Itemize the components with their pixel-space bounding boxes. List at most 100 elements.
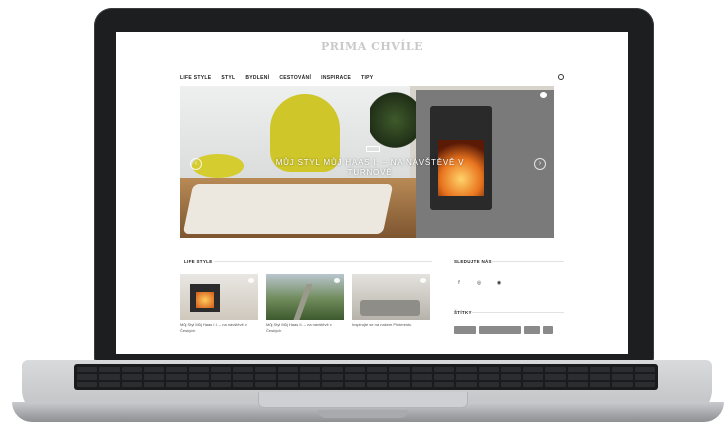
keyboard-key bbox=[433, 381, 455, 387]
keyboard-key bbox=[210, 381, 232, 387]
keyboard-key bbox=[500, 381, 522, 387]
keyboard-key bbox=[233, 367, 254, 373]
keyboard-key bbox=[344, 374, 365, 380]
keyboard-key bbox=[188, 374, 209, 380]
article-caption[interactable]: Můj Styl Můj Haas I.I. – na návštěvě v Č… bbox=[180, 322, 258, 334]
keyboard-key bbox=[567, 367, 589, 373]
keyboard-key bbox=[366, 374, 388, 380]
keyboard-key bbox=[277, 381, 299, 387]
facebook-icon[interactable]: f bbox=[454, 278, 464, 288]
keyboard-key bbox=[300, 374, 321, 380]
keyboard-key bbox=[545, 367, 566, 373]
keyboard-key bbox=[77, 367, 98, 373]
nav-item-inspirace[interactable]: INSPIRACE bbox=[321, 75, 351, 81]
keyboard-key bbox=[344, 367, 365, 373]
keyboard-key bbox=[366, 367, 388, 373]
keyboard-key bbox=[590, 374, 611, 380]
keyboard-key bbox=[433, 374, 455, 380]
tag-chip[interactable] bbox=[479, 326, 521, 334]
keyboard-key bbox=[99, 374, 120, 380]
keyboard-key bbox=[523, 367, 544, 373]
keyboard-key bbox=[233, 381, 254, 387]
article-thumbnail[interactable] bbox=[266, 274, 344, 320]
keyboard-key bbox=[456, 367, 477, 373]
nav-item-styl[interactable]: STYL bbox=[221, 75, 235, 81]
camera-icon bbox=[420, 278, 426, 283]
keyboard-key bbox=[300, 381, 321, 387]
keyboard-key bbox=[322, 367, 343, 373]
keyboard-key bbox=[77, 381, 98, 387]
site-logo[interactable]: PRIMA CHVÍLE bbox=[116, 40, 628, 53]
tag-chip[interactable] bbox=[524, 326, 540, 334]
keyboard-key bbox=[612, 367, 633, 373]
keyboard-key bbox=[166, 367, 187, 373]
nav-item-cestovani[interactable]: CESTOVÁNÍ bbox=[279, 75, 311, 81]
section-heading-life-style[interactable]: LIFE STYLE bbox=[184, 259, 213, 264]
hero-category-badge[interactable] bbox=[366, 146, 380, 152]
tag-chip[interactable] bbox=[543, 326, 553, 334]
keyboard-key bbox=[389, 381, 410, 387]
keyboard-key bbox=[121, 367, 142, 373]
keyboard-key bbox=[612, 381, 633, 387]
slider-next-icon[interactable]: › bbox=[534, 158, 546, 170]
sidebar-heading-follow: SLEDUJTE NÁS bbox=[454, 259, 492, 264]
keyboard-key bbox=[634, 367, 655, 373]
search-icon[interactable] bbox=[558, 74, 564, 80]
keyboard-key bbox=[143, 381, 165, 387]
nav-item-bydleni[interactable]: BYDLENÍ bbox=[245, 75, 269, 81]
tag-chip[interactable] bbox=[454, 326, 476, 334]
article-card[interactable]: Můj Styl Můj Haas I.I. – na návštěvě v Č… bbox=[180, 274, 258, 334]
pinterest-icon[interactable]: ◉ bbox=[494, 278, 504, 288]
nav-item-life-style[interactable]: LIFE STYLE bbox=[180, 75, 211, 81]
keyboard-key bbox=[456, 374, 477, 380]
keyboard-key bbox=[478, 381, 499, 387]
article-caption[interactable]: Můj Styl Můj Haas II. – na návštěvě v Če… bbox=[266, 322, 344, 334]
article-card[interactable]: Můj Styl Můj Haas II. – na návštěvě v Če… bbox=[266, 274, 344, 334]
keyboard-key bbox=[411, 367, 432, 373]
keyboard-key bbox=[523, 374, 544, 380]
instagram-icon[interactable]: ◎ bbox=[474, 278, 484, 288]
keyboard-key bbox=[233, 374, 254, 380]
nav-item-tipy[interactable]: TIPY bbox=[361, 75, 373, 81]
hero-slider[interactable]: MŮJ STYL MŮJ HAAS I. – NA NÁVŠTĚVĚ V TUR… bbox=[180, 86, 554, 238]
keyboard-key bbox=[411, 374, 432, 380]
tag-cloud bbox=[454, 326, 553, 334]
sidebar-heading-tags: ŠTÍTKY bbox=[454, 310, 472, 315]
keyboard-key bbox=[277, 367, 299, 373]
lid-notch bbox=[318, 410, 408, 418]
keyboard-key bbox=[634, 374, 655, 380]
sidebar-divider bbox=[472, 312, 564, 313]
keyboard-key bbox=[500, 374, 522, 380]
slider-prev-icon[interactable]: ‹ bbox=[190, 158, 202, 170]
keyboard-key bbox=[143, 367, 165, 373]
keyboard-key bbox=[478, 367, 499, 373]
keyboard-key bbox=[545, 381, 566, 387]
keyboard-key bbox=[523, 381, 544, 387]
hero-title[interactable]: MŮJ STYL MŮJ HAAS I. – NA NÁVŠTĚVĚ V TUR… bbox=[272, 158, 468, 178]
article-card[interactable]: Inspirujte se na našem Pinterestu bbox=[352, 274, 430, 328]
camera-icon bbox=[248, 278, 254, 283]
keyboard-key bbox=[77, 374, 98, 380]
keyboard-key bbox=[121, 381, 142, 387]
keyboard-key bbox=[322, 374, 343, 380]
main-nav: LIFE STYLE STYL BYDLENÍ CESTOVÁNÍ INSPIR… bbox=[180, 72, 564, 84]
keyboard-key bbox=[166, 374, 187, 380]
keyboard-key bbox=[344, 381, 365, 387]
keyboard-key bbox=[188, 367, 209, 373]
keyboard-key bbox=[121, 374, 142, 380]
keyboard-key bbox=[255, 381, 276, 387]
hero-image-rug bbox=[182, 184, 394, 234]
keyboard-key bbox=[545, 374, 566, 380]
keyboard-key bbox=[255, 374, 276, 380]
keyboard-key bbox=[322, 381, 343, 387]
keyboard-key bbox=[389, 367, 410, 373]
keyboard-key bbox=[411, 381, 432, 387]
article-caption[interactable]: Inspirujte se na našem Pinterestu bbox=[352, 322, 430, 328]
article-thumbnail[interactable] bbox=[352, 274, 430, 320]
keyboard bbox=[74, 364, 658, 390]
keyboard-key bbox=[500, 367, 522, 373]
article-thumbnail[interactable] bbox=[180, 274, 258, 320]
laptop-mockup: PRIMA CHVÍLE LIFE STYLE STYL BYDLENÍ CES… bbox=[0, 0, 726, 433]
keyboard-key bbox=[567, 381, 589, 387]
trackpad bbox=[258, 392, 468, 408]
